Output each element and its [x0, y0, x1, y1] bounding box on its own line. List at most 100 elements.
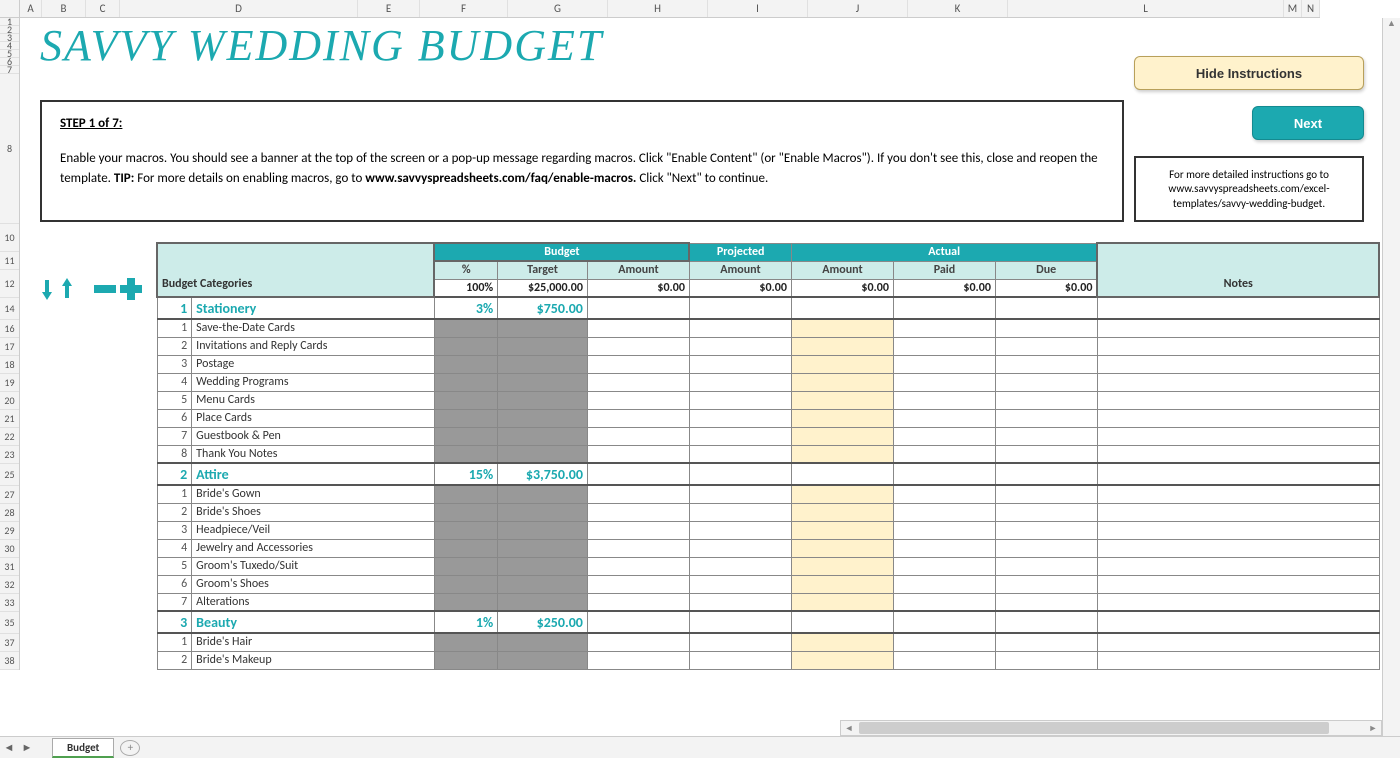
- text: Click "Next" to continue.: [636, 171, 768, 186]
- col-header[interactable]: L: [1008, 0, 1284, 17]
- add-sheet-icon[interactable]: +: [120, 740, 140, 756]
- total-actual-amount: $0.00: [791, 279, 893, 297]
- col-header[interactable]: B: [42, 0, 86, 17]
- remove-icon[interactable]: [94, 284, 116, 298]
- sheet-prev-icon[interactable]: ◄: [0, 741, 18, 754]
- row-header[interactable]: 12: [0, 270, 19, 298]
- category-row[interactable]: 2Attire15%$3,750.00: [157, 463, 1379, 485]
- row-header[interactable]: 37: [0, 634, 19, 652]
- col-header[interactable]: G: [508, 0, 608, 17]
- item-row[interactable]: 1Save-the-Date Cards: [157, 319, 1379, 337]
- row-header[interactable]: 31: [0, 558, 19, 576]
- total-projected: $0.00: [689, 279, 791, 297]
- scroll-thumb[interactable]: [859, 722, 1329, 734]
- row-header[interactable]: 16: [0, 320, 19, 338]
- col-header[interactable]: N: [1302, 0, 1320, 17]
- col-header[interactable]: J: [808, 0, 908, 17]
- category-row[interactable]: 3Beauty1%$250.00: [157, 611, 1379, 633]
- tip-label: TIP:: [114, 171, 134, 186]
- item-row[interactable]: 4Jewelry and Accessories: [157, 539, 1379, 557]
- category-row[interactable]: 1Stationery3%$750.00: [157, 297, 1379, 319]
- item-row[interactable]: 1Bride's Hair: [157, 633, 1379, 651]
- row-header[interactable]: 11: [0, 252, 19, 270]
- row-header[interactable]: 14: [0, 298, 19, 320]
- sheet-tab-bar: ◄ ► Budget +: [0, 736, 1400, 758]
- due-header: Due: [995, 261, 1097, 279]
- col-header[interactable]: F: [420, 0, 508, 17]
- target-header: Target: [498, 261, 588, 279]
- row-headers: 1234567810111214161718192021222325272829…: [0, 18, 20, 670]
- col-header[interactable]: I: [708, 0, 808, 17]
- total-due: $0.00: [995, 279, 1097, 297]
- row-header[interactable]: 20: [0, 392, 19, 410]
- row-header[interactable]: 21: [0, 410, 19, 428]
- row-header[interactable]: 28: [0, 504, 19, 522]
- scroll-right-icon[interactable]: ►: [1365, 723, 1381, 734]
- row-tools: [42, 278, 142, 304]
- paid-header: Paid: [893, 261, 995, 279]
- item-row[interactable]: 8Thank You Notes: [157, 445, 1379, 463]
- notes-header: Notes: [1097, 243, 1379, 297]
- amount-header: Amount: [689, 261, 791, 279]
- item-row[interactable]: 7Alterations: [157, 593, 1379, 611]
- row-header[interactable]: 25: [0, 464, 19, 486]
- item-row[interactable]: 3Headpiece/Veil: [157, 521, 1379, 539]
- row-header[interactable]: 30: [0, 540, 19, 558]
- item-row[interactable]: 6Place Cards: [157, 409, 1379, 427]
- col-header[interactable]: D: [120, 0, 358, 17]
- page-title: SAVVY WEDDING BUDGET: [40, 20, 603, 71]
- row-header[interactable]: 10: [0, 224, 19, 252]
- row-header[interactable]: 35: [0, 612, 19, 634]
- item-row[interactable]: 5Groom's Tuxedo/Suit: [157, 557, 1379, 575]
- scroll-up-icon[interactable]: ▲: [1383, 18, 1400, 29]
- item-row[interactable]: 2Bride's Shoes: [157, 503, 1379, 521]
- col-header[interactable]: E: [358, 0, 420, 17]
- scroll-left-icon[interactable]: ◄: [841, 723, 857, 734]
- row-header[interactable]: 33: [0, 594, 19, 612]
- col-header[interactable]: M: [1284, 0, 1302, 17]
- move-up-icon[interactable]: [62, 278, 78, 304]
- row-header[interactable]: 18: [0, 356, 19, 374]
- row-header[interactable]: 38: [0, 652, 19, 670]
- pct-header: %: [434, 261, 497, 279]
- row-header[interactable]: 23: [0, 446, 19, 464]
- item-row[interactable]: 3Postage: [157, 355, 1379, 373]
- sheet-next-icon[interactable]: ►: [18, 741, 36, 754]
- next-button[interactable]: Next: [1252, 106, 1364, 140]
- instructions-box: STEP 1 of 7: Enable your macros. You sho…: [40, 100, 1124, 222]
- row-header[interactable]: 7: [0, 66, 19, 74]
- item-row[interactable]: 2Invitations and Reply Cards: [157, 337, 1379, 355]
- item-row[interactable]: 7Guestbook & Pen: [157, 427, 1379, 445]
- actual-header: Actual: [791, 243, 1097, 261]
- total-amount: $0.00: [587, 279, 689, 297]
- col-header[interactable]: H: [608, 0, 708, 17]
- col-header[interactable]: A: [20, 0, 42, 17]
- item-row[interactable]: 4Wedding Programs: [157, 373, 1379, 391]
- amount-header: Amount: [791, 261, 893, 279]
- vertical-scrollbar[interactable]: ▲: [1382, 18, 1400, 736]
- text: For more details on enabling macros, go …: [134, 171, 365, 186]
- step-label: STEP 1 of 7:: [60, 116, 1104, 131]
- budget-header: Budget: [434, 243, 689, 261]
- hide-instructions-button[interactable]: Hide Instructions: [1134, 56, 1364, 90]
- add-icon[interactable]: [120, 278, 142, 304]
- move-down-icon[interactable]: [42, 278, 58, 304]
- item-row[interactable]: 6Groom's Shoes: [157, 575, 1379, 593]
- row-header[interactable]: 29: [0, 522, 19, 540]
- spreadsheet-grid[interactable]: SAVVY WEDDING BUDGET Hide Instructions N…: [20, 18, 1382, 736]
- row-header[interactable]: 22: [0, 428, 19, 446]
- item-row[interactable]: 1Bride's Gown: [157, 485, 1379, 503]
- row-header[interactable]: 19: [0, 374, 19, 392]
- col-header[interactable]: K: [908, 0, 1008, 17]
- row-header[interactable]: 17: [0, 338, 19, 356]
- sheet-tab-budget[interactable]: Budget: [52, 738, 114, 758]
- budget-table: Budget Categories Budget Projected Actua…: [156, 242, 1380, 670]
- row-header[interactable]: 8: [0, 74, 19, 224]
- row-header[interactable]: 32: [0, 576, 19, 594]
- total-paid: $0.00: [893, 279, 995, 297]
- item-row[interactable]: 5Menu Cards: [157, 391, 1379, 409]
- row-header[interactable]: 27: [0, 486, 19, 504]
- item-row[interactable]: 2Bride's Makeup: [157, 651, 1379, 669]
- col-header[interactable]: C: [86, 0, 120, 17]
- horizontal-scrollbar[interactable]: ◄ ►: [840, 720, 1382, 736]
